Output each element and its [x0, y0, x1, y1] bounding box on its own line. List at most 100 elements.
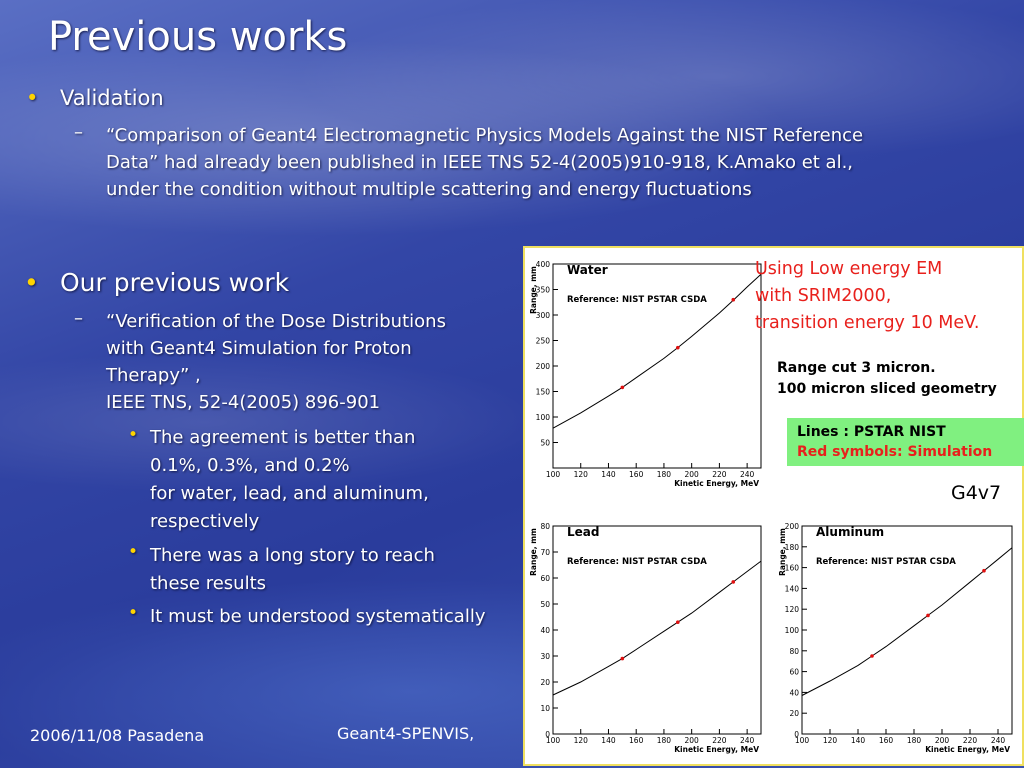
legend-lines: Lines : PSTAR NIST	[797, 424, 946, 440]
simulation-point	[620, 656, 625, 661]
chart-aluminum: 100 120 140 160 180 200 220 2400204060801001201…	[776, 512, 1020, 764]
chart-water: 100 120 140 160 180 200 220 2405010015020025030…	[527, 250, 769, 498]
y-tick-label: 120	[785, 605, 800, 614]
previous-work-detail: “Verification of the Dose Distributions …	[106, 308, 506, 416]
x-tick-label: 220	[963, 736, 978, 745]
y-tick-label: 20	[789, 709, 799, 718]
simulation-point	[731, 297, 736, 302]
bullet-dot-icon: •	[128, 603, 139, 623]
x-axis-label: Kinetic Energy, MeV	[925, 745, 1010, 754]
chart-subtitle: Reference: NIST PSTAR CSDA	[567, 295, 707, 305]
story-bullet: There was a long story to reach these re…	[150, 542, 435, 598]
detail-line: “Verification of the Dose Distributions	[106, 311, 446, 332]
x-tick-label: 160	[879, 736, 894, 745]
simulation-point	[676, 345, 680, 350]
footer-date-location: 2006/11/08 Pasadena	[30, 726, 205, 745]
story-line: There was a long story to reach	[150, 545, 435, 566]
bullet-dot-icon: •	[26, 86, 39, 110]
validation-detail: “Comparison of Geant4 Electromagnetic Ph…	[106, 125, 864, 200]
y-tick-label: 0	[545, 730, 550, 739]
x-tick-label: 180	[657, 736, 672, 745]
x-tick-label: 160	[629, 470, 644, 479]
y-tick-label: 40	[540, 626, 550, 635]
bullet-dot-icon: •	[128, 542, 139, 562]
chart-lead: 100 120 140 160 180 200 220 2400102030405060708…	[527, 512, 769, 764]
x-axis-label: Kinetic Energy, MeV	[674, 479, 759, 488]
y-tick-label: 100	[536, 413, 551, 422]
nist-pstar-line	[552, 560, 762, 696]
y-tick-label: 140	[785, 584, 800, 593]
slide-title: Previous works	[48, 14, 348, 60]
y-tick-label: 80	[789, 647, 799, 656]
legend-symbols: Red symbols: Simulation	[797, 444, 993, 460]
agreement-bullet: The agreement is better than 0.1%, 0.3%,…	[150, 424, 429, 536]
note-line: transition energy 10 MeV.	[755, 313, 980, 333]
y-tick-label: 50	[540, 600, 550, 609]
agreement-line: respectively	[150, 511, 260, 532]
chart-title: Lead	[567, 525, 599, 539]
y-tick-label: 30	[540, 652, 550, 661]
detail-line: with Geant4 Simulation for Proton	[106, 338, 412, 359]
x-axis-label: Kinetic Energy, MeV	[674, 745, 759, 754]
y-tick-label: 10	[540, 704, 550, 713]
chart-subtitle: Reference: NIST PSTAR CSDA	[816, 557, 956, 567]
x-tick-label: 240	[991, 736, 1006, 745]
range-cut-note: Range cut 3 micron. 100 micron sliced ge…	[777, 358, 997, 400]
y-tick-label: 60	[540, 574, 550, 583]
simulation-point	[982, 568, 986, 573]
geant4-version: G4v7	[951, 482, 1002, 504]
bullet-dot-icon: •	[24, 268, 39, 297]
legend-box: Lines : PSTAR NIST Red symbols: Simulati…	[787, 418, 1024, 466]
x-tick-label: 240	[740, 736, 755, 745]
x-tick-label: 200	[685, 470, 700, 479]
y-tick-label: 150	[536, 388, 551, 397]
x-tick-label: 220	[712, 470, 727, 479]
x-tick-label: 120	[574, 736, 589, 745]
y-axis-label: Range, mm	[778, 528, 787, 576]
simulation-point	[926, 613, 930, 618]
y-tick-label: 250	[536, 337, 551, 346]
y-tick-label: 20	[540, 678, 550, 687]
y-tick-label: 0	[794, 730, 799, 739]
chart-title: Aluminum	[816, 525, 884, 539]
nist-pstar-line	[801, 547, 1013, 696]
x-tick-label: 200	[935, 736, 950, 745]
dash-icon: –	[74, 308, 83, 329]
x-tick-label: 180	[657, 470, 672, 479]
x-tick-label: 220	[712, 736, 727, 745]
y-tick-label: 70	[540, 548, 550, 557]
y-tick-label: 100	[785, 626, 800, 635]
detail-line: Therapy” ,	[106, 365, 201, 386]
x-tick-label: 100	[546, 470, 561, 479]
simulation-point	[620, 385, 625, 390]
y-axis-label: Range, mm	[529, 528, 538, 576]
y-tick-label: 200	[536, 362, 551, 371]
x-tick-label: 140	[601, 470, 616, 479]
story-line: these results	[150, 573, 267, 594]
dash-icon: –	[74, 122, 83, 143]
x-tick-label: 200	[685, 736, 700, 745]
note-line: 100 micron sliced geometry	[777, 381, 997, 397]
footer-title: Geant4-SPENVIS,	[337, 724, 475, 743]
x-tick-label: 160	[629, 736, 644, 745]
bullet-previous-work: Our previous work	[60, 268, 290, 297]
y-tick-label: 50	[540, 439, 550, 448]
simulation-point	[676, 620, 680, 624]
simulation-point	[870, 654, 874, 658]
x-tick-label: 140	[601, 736, 616, 745]
x-tick-label: 120	[574, 470, 589, 479]
x-tick-label: 140	[851, 736, 866, 745]
bullet-validation: Validation	[60, 86, 164, 110]
y-tick-label: 80	[540, 522, 550, 531]
agreement-line: The agreement is better than	[150, 427, 416, 448]
detail-line: IEEE TNS, 52-4(2005) 896-901	[106, 392, 381, 413]
low-energy-em-note: Using Low energy EM with SRIM2000, trans…	[755, 256, 1023, 337]
chart-title: Water	[567, 263, 608, 277]
y-tick-label: 40	[789, 688, 799, 697]
note-line: Using Low energy EM	[755, 259, 943, 279]
x-tick-label: 180	[907, 736, 922, 745]
y-tick-label: 60	[789, 668, 799, 677]
systematic-bullet: It must be understood systematically	[150, 606, 486, 627]
simulation-point	[731, 580, 736, 584]
y-axis-label: Range, mm	[529, 266, 538, 314]
